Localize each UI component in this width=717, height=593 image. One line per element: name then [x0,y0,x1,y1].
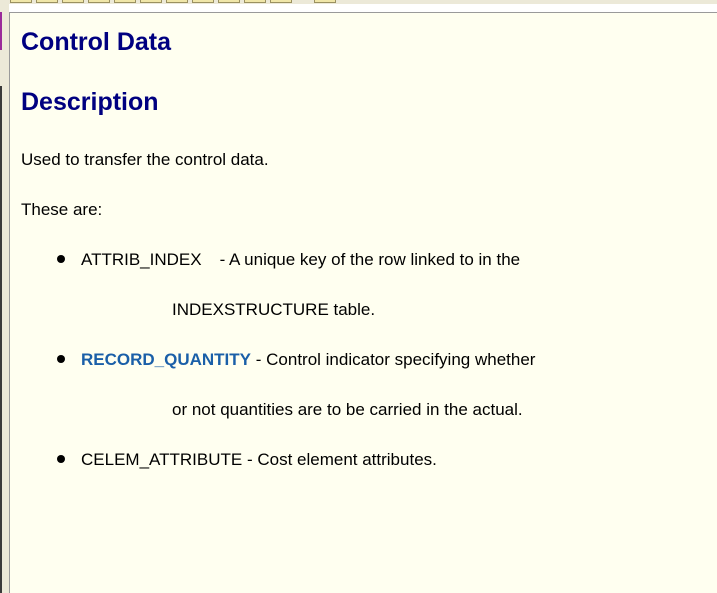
list-intro-text: These are: [21,200,103,219]
toolbar-button[interactable] [218,0,240,3]
toolbar-button[interactable] [114,0,136,3]
field-description: - Control indicator specifying whether [255,350,536,369]
toolbar-button[interactable] [192,0,214,3]
toolbar-button[interactable] [166,0,188,3]
left-frame-shadow [0,86,2,593]
bullet-icon [57,355,65,363]
field-name: ATTRIB_INDEX [81,250,202,269]
toolbar-button[interactable] [10,0,32,3]
field-description-continuation: or not quantities are to be carried in t… [172,400,523,419]
toolbar-button[interactable] [314,0,336,3]
bullet-icon [57,255,65,263]
field-description: - A unique key of the row linked to in t… [219,250,521,269]
bullet-icon [57,455,65,463]
toolbar-button[interactable] [140,0,162,3]
left-frame-accent [0,12,2,50]
section-heading: Description [21,88,159,116]
toolbar-button[interactable] [62,0,84,3]
record-quantity-link[interactable]: RECORD_QUANTITY [81,350,251,369]
field-description-continuation: INDEXSTRUCTURE table. [172,300,376,319]
intro-text: Used to transfer the control data. [21,150,269,169]
list-item: ATTRIB_INDEX - A unique key of the row li… [81,250,520,270]
toolbar-button[interactable] [36,0,58,3]
field-description: - Cost element attributes. [246,450,437,469]
field-name: CELEM_ATTRIBUTE [81,450,243,469]
page-title: Control Data [21,28,171,56]
list-item: RECORD_QUANTITY - Control indicator spec… [81,350,535,370]
list-item: CELEM_ATTRIBUTE - Cost element attribute… [81,450,437,470]
toolbar-button[interactable] [244,0,266,3]
toolbar-button[interactable] [270,0,292,3]
toolbar-strip [0,0,717,4]
toolbar-button[interactable] [88,0,110,3]
document-pane: Control Data Description Used to transfe… [9,12,717,593]
